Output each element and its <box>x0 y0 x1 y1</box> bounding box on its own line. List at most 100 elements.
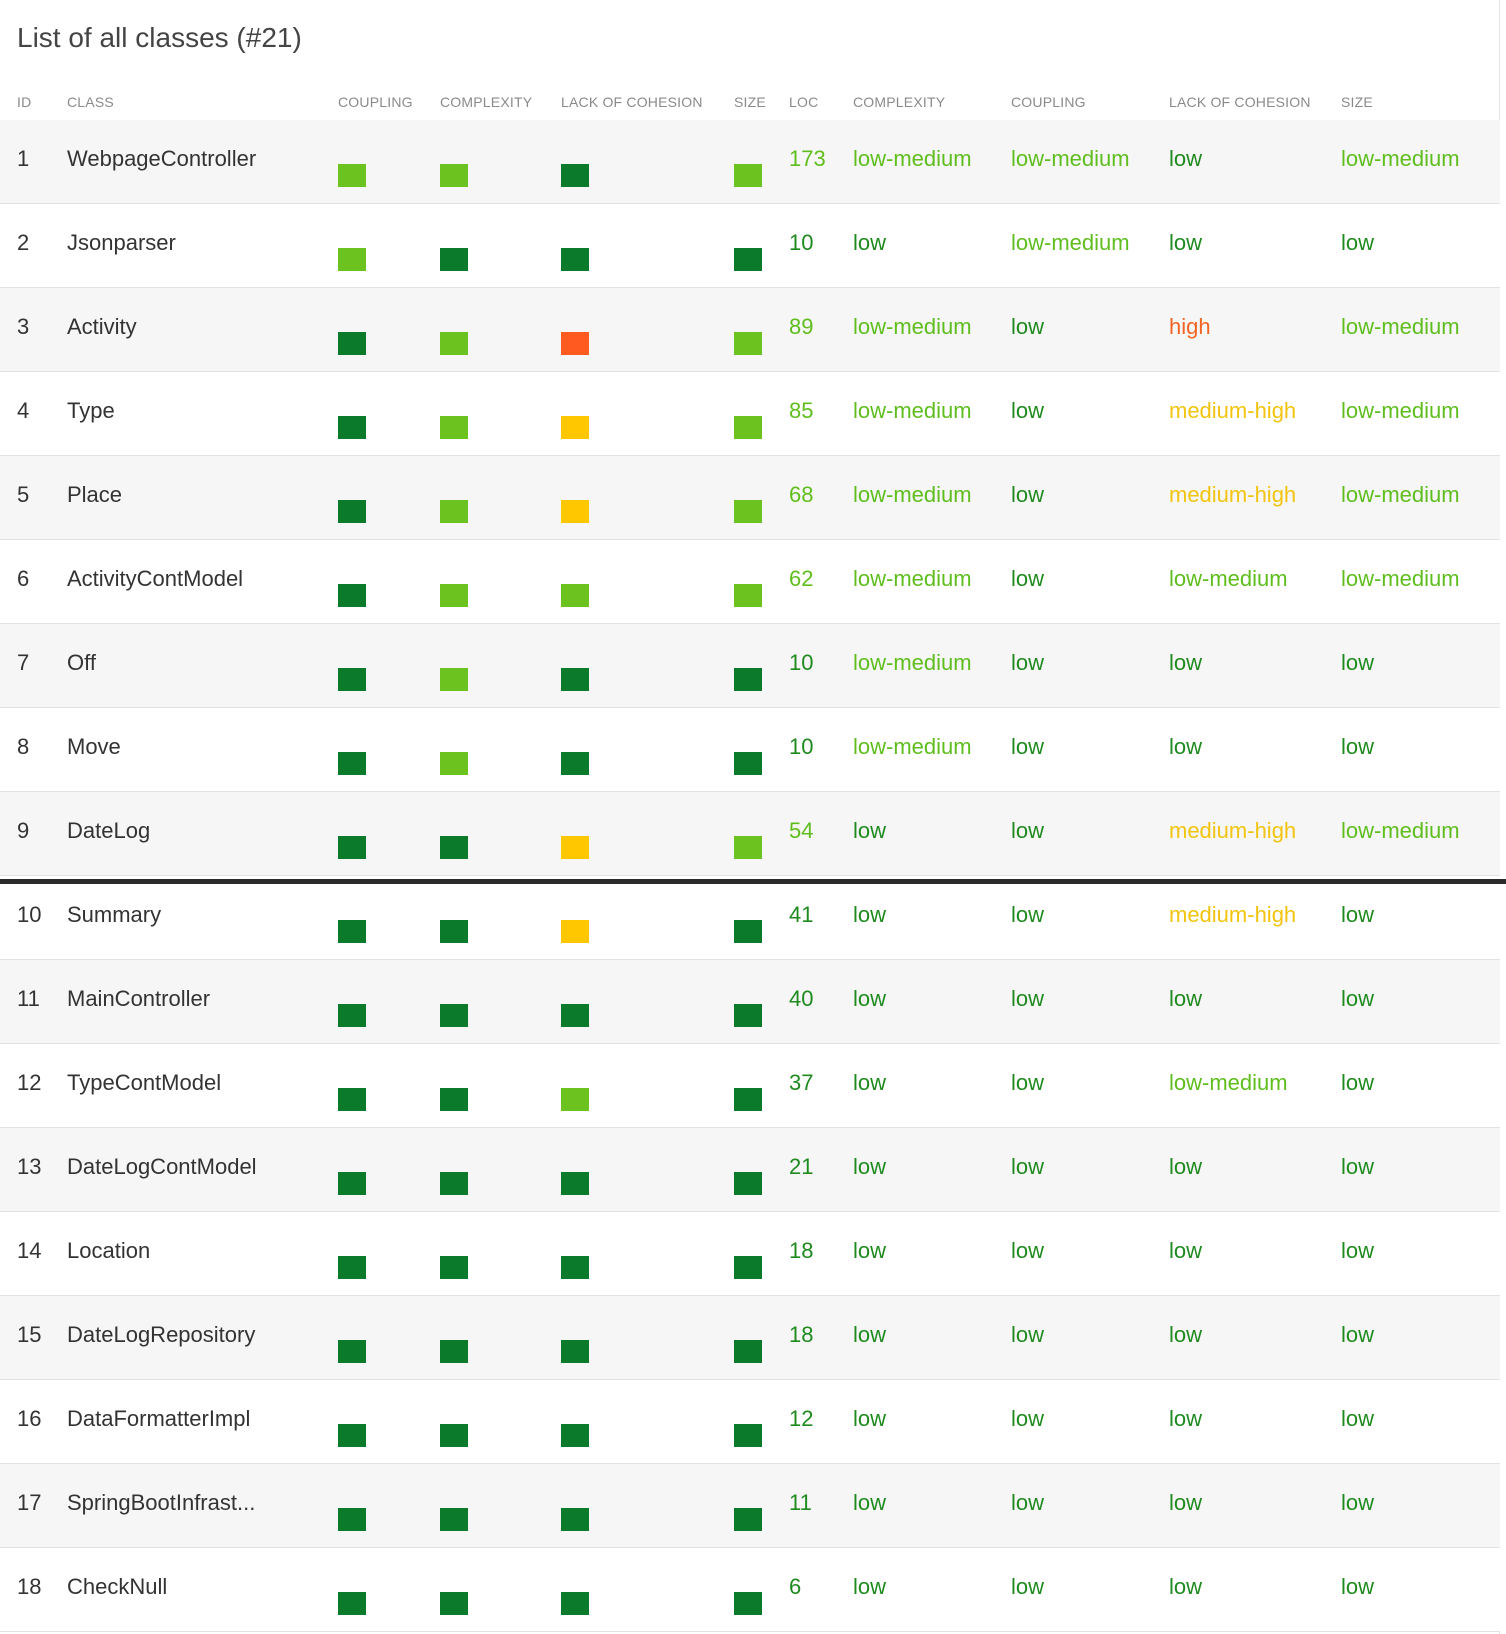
row-size: low <box>1341 1238 1375 1263</box>
row-coupling: low <box>1011 650 1045 675</box>
table-row[interactable]: 4 Type 85 low-medium low medium-high low-mediu… <box>0 372 1500 456</box>
row-complexity: low <box>853 230 887 255</box>
header-loc[interactable]: LOC <box>789 94 818 110</box>
row-complexity: low <box>853 902 887 927</box>
row-cohesion: low <box>1169 1154 1203 1179</box>
row-complexity: low-medium <box>853 566 972 591</box>
cohesion-square <box>561 332 589 355</box>
coupling-square <box>338 248 366 271</box>
row-coupling: low <box>1011 1574 1045 1599</box>
row-class-name: Off <box>67 650 96 675</box>
row-coupling: low <box>1011 986 1045 1011</box>
row-class-name: ActivityContModel <box>67 566 244 591</box>
size-square <box>734 1088 762 1111</box>
size-square <box>734 248 762 271</box>
row-class-name: Summary <box>67 902 162 927</box>
complexity-square <box>440 248 468 271</box>
complexity-square <box>440 500 468 523</box>
row-coupling: low <box>1011 482 1045 507</box>
row-class-name: Place <box>67 482 123 507</box>
table-row[interactable]: 15 DateLogRepository 18 low low low low <box>0 1296 1500 1380</box>
row-id: 16 <box>17 1406 42 1431</box>
row-complexity: low <box>853 1154 887 1179</box>
row-coupling: low-medium <box>1011 230 1130 255</box>
cohesion-square <box>561 416 589 439</box>
coupling-square <box>338 500 366 523</box>
header-cohesion[interactable]: LACK OF COHESION <box>1169 94 1311 110</box>
row-loc: 21 <box>789 1154 814 1179</box>
table-row[interactable]: 10 Summary 41 low low medium-high low <box>0 876 1500 960</box>
header-size-square[interactable]: SIZE <box>734 94 766 110</box>
header-coupling[interactable]: COUPLING <box>1011 94 1086 110</box>
coupling-square <box>338 836 366 859</box>
row-complexity: low <box>853 1238 887 1263</box>
row-size: low-medium <box>1341 314 1460 339</box>
row-loc: 62 <box>789 566 814 591</box>
table-row[interactable]: 17 SpringBootInfrast... 11 low low low low <box>0 1464 1500 1548</box>
row-id: 9 <box>17 818 30 843</box>
row-size: low <box>1341 650 1375 675</box>
row-coupling: low <box>1011 1154 1045 1179</box>
row-size: low <box>1341 902 1375 927</box>
cohesion-square <box>561 248 589 271</box>
table-row[interactable]: 16 DataFormatterImpl 12 low low low low <box>0 1380 1500 1464</box>
row-cohesion: medium-high <box>1169 818 1297 843</box>
row-class-name: Move <box>67 734 121 759</box>
header-size[interactable]: SIZE <box>1341 94 1373 110</box>
table-row[interactable]: 13 DateLogContModel 21 low low low low <box>0 1128 1500 1212</box>
row-size: low <box>1341 1070 1375 1095</box>
row-id: 8 <box>17 734 30 759</box>
table-row[interactable]: 1 WebpageController 173 low-medium low-mediu… <box>0 120 1500 204</box>
row-loc: 54 <box>789 818 814 843</box>
row-cohesion: low-medium <box>1169 1070 1288 1095</box>
coupling-square <box>338 1340 366 1363</box>
header-cohesion-square[interactable]: LACK OF COHESION <box>561 94 703 110</box>
row-class-name: DateLog <box>67 818 151 843</box>
table-row[interactable]: 2 Jsonparser 10 low low-medium low low <box>0 204 1500 288</box>
coupling-square <box>338 1256 366 1279</box>
row-cohesion: medium-high <box>1169 902 1297 927</box>
table-row[interactable]: 18 CheckNull 6 low low low low <box>0 1548 1500 1632</box>
row-id: 7 <box>17 650 30 675</box>
row-id: 17 <box>17 1490 42 1515</box>
header-id[interactable]: ID <box>17 94 31 110</box>
table-row[interactable]: 11 MainController 40 low low low low <box>0 960 1500 1044</box>
row-size: low-medium <box>1341 818 1460 843</box>
row-id: 3 <box>17 314 30 339</box>
complexity-square <box>440 1088 468 1111</box>
row-size: low <box>1341 1490 1375 1515</box>
row-cohesion: low <box>1169 1574 1203 1599</box>
row-id: 2 <box>17 230 30 255</box>
size-square <box>734 1508 762 1531</box>
table-row[interactable]: 8 Move 10 low-medium low low low <box>0 708 1500 792</box>
row-class-name: WebpageController <box>67 146 257 171</box>
row-complexity: low <box>853 1406 887 1431</box>
table-row[interactable]: 9 DateLog 54 low low medium-high low-medium <box>0 792 1500 876</box>
cohesion-square <box>561 836 589 859</box>
table-row[interactable]: 7 Off 10 low-medium low low low <box>0 624 1500 708</box>
header-coupling-square[interactable]: COUPLING <box>338 94 413 110</box>
coupling-square <box>338 1424 366 1447</box>
table-row[interactable]: 12 TypeContModel 37 low low low-medium low <box>0 1044 1500 1128</box>
row-coupling: low <box>1011 1322 1045 1347</box>
header-complexity-square[interactable]: COMPLEXITY <box>440 94 532 110</box>
header-complexity[interactable]: COMPLEXITY <box>853 94 945 110</box>
row-complexity: low-medium <box>853 482 972 507</box>
row-size: low-medium <box>1341 398 1460 423</box>
size-square <box>734 668 762 691</box>
row-cohesion: low <box>1169 1406 1203 1431</box>
table-row[interactable]: 3 Activity 89 low-medium low high low-medium <box>0 288 1500 372</box>
size-square <box>734 332 762 355</box>
row-coupling: low <box>1011 818 1045 843</box>
row-cohesion: low <box>1169 1490 1203 1515</box>
row-loc: 18 <box>789 1322 814 1347</box>
complexity-square <box>440 836 468 859</box>
row-complexity: low-medium <box>853 314 972 339</box>
cohesion-square <box>561 1172 589 1195</box>
table-row[interactable]: 5 Place 68 low-medium low medium-high low-medi… <box>0 456 1500 540</box>
row-class-name: DataFormatterImpl <box>67 1406 251 1431</box>
table-row[interactable]: 14 Location 18 low low low low <box>0 1212 1500 1296</box>
table-row[interactable]: 6 ActivityContModel 62 low-medium low low-med… <box>0 540 1500 624</box>
size-square <box>734 500 762 523</box>
header-class[interactable]: CLASS <box>67 94 114 110</box>
